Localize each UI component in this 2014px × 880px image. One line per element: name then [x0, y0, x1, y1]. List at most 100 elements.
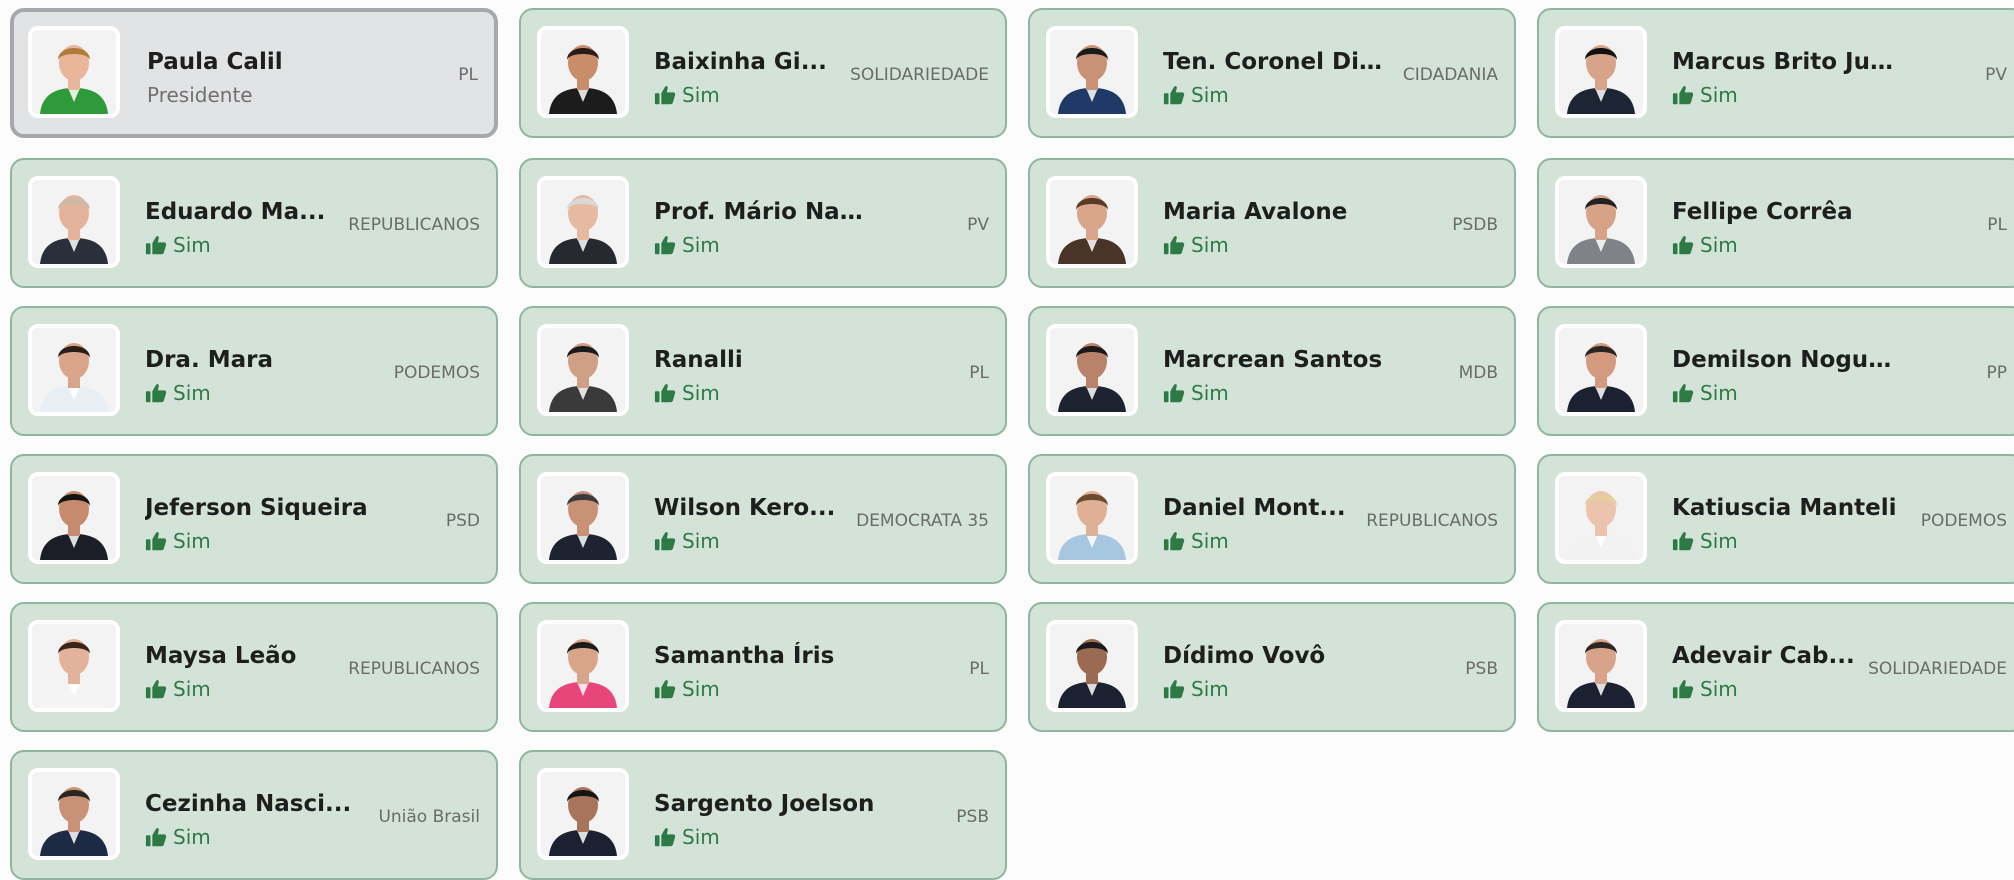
member-vote: Sim — [1163, 83, 1229, 107]
member-photo — [28, 768, 120, 860]
vote-label: Sim — [1700, 83, 1738, 107]
member-photo — [1555, 472, 1647, 564]
member-photo — [537, 26, 629, 118]
member-role: Presidente — [147, 83, 253, 107]
member-vote: Sim — [654, 381, 720, 405]
member-name: Daniel Mont... — [1163, 495, 1346, 521]
member-vote: Sim — [654, 825, 720, 849]
member-name: Prof. Mário Nadaf — [654, 199, 879, 225]
member-party: REPUBLICANOS — [348, 215, 480, 235]
member-party: PSB — [956, 807, 989, 827]
vote-label: Sim — [1191, 677, 1229, 701]
member-photo — [28, 324, 120, 416]
thumbs-up-icon — [1163, 85, 1185, 105]
member-photo — [28, 472, 120, 564]
member-card-cezinha-nasci[interactable]: Cezinha Nasci... Sim União Brasil — [10, 750, 498, 880]
thumbs-up-icon — [654, 531, 676, 551]
thumbs-up-icon — [1672, 235, 1694, 255]
member-name: Sargento Joelson — [654, 791, 875, 817]
thumbs-up-icon — [1672, 85, 1694, 105]
member-photo — [1046, 324, 1138, 416]
member-card-demilson-nogueira[interactable]: Demilson Nogueira Sim PP — [1537, 306, 2014, 436]
member-party: MDB — [1458, 363, 1498, 383]
thumbs-up-icon — [145, 679, 167, 699]
member-card-daniel-mont[interactable]: Daniel Mont... Sim REPUBLICANOS — [1028, 454, 1516, 584]
vote-label: Sim — [1191, 83, 1229, 107]
member-name: Maysa Leão — [145, 643, 297, 669]
member-card-wilson-kero[interactable]: Wilson Kero... Sim DEMOCRATA 35 — [519, 454, 1007, 584]
member-photo — [537, 768, 629, 860]
thumbs-up-icon — [1163, 531, 1185, 551]
member-card-maysa-leao[interactable]: Maysa Leão Sim REPUBLICANOS — [10, 602, 498, 732]
member-card-eduardo-ma[interactable]: Eduardo Ma... Sim REPUBLICANOS — [10, 158, 498, 288]
member-photo — [1555, 324, 1647, 416]
member-party: REPUBLICANOS — [1366, 511, 1498, 531]
member-vote: Sim — [1163, 233, 1229, 257]
vote-label: Presidente — [147, 83, 253, 107]
member-card-adevair-cab[interactable]: Adevair Cab... Sim SOLIDARIEDADE — [1537, 602, 2014, 732]
member-vote: Sim — [1672, 677, 1738, 701]
member-card-paula-calil[interactable]: Paula Calil Presidente PL — [10, 8, 498, 138]
member-party: União Brasil — [378, 807, 480, 827]
member-card-katiuscia-manteli[interactable]: Katiuscia Manteli Sim PODEMOS — [1537, 454, 2014, 584]
thumbs-up-icon — [1672, 531, 1694, 551]
member-photo — [537, 472, 629, 564]
vote-label: Sim — [173, 233, 211, 257]
member-vote: Sim — [1163, 381, 1229, 405]
member-party: PSB — [1465, 659, 1498, 679]
member-party: SOLIDARIEDADE — [1868, 659, 2007, 679]
member-photo — [28, 26, 120, 118]
member-party: PV — [1985, 65, 2007, 85]
member-vote: Sim — [1672, 529, 1738, 553]
member-card-dra-mara[interactable]: Dra. Mara Sim PODEMOS — [10, 306, 498, 436]
member-party: SOLIDARIEDADE — [850, 65, 989, 85]
member-card-marcrean-santos[interactable]: Marcrean Santos Sim MDB — [1028, 306, 1516, 436]
member-party: PV — [967, 215, 989, 235]
member-vote: Sim — [145, 529, 211, 553]
member-photo — [1555, 620, 1647, 712]
member-photo — [28, 620, 120, 712]
vote-label: Sim — [682, 677, 720, 701]
member-card-prof-mario-nadaf[interactable]: Prof. Mário Nadaf Sim PV — [519, 158, 1007, 288]
member-card-ten-coronel-dias[interactable]: Ten. Coronel Dias Sim CIDADANIA — [1028, 8, 1516, 138]
council-vote-grid: Paula Calil Presidente PL Baixinha Gi... S… — [0, 0, 2014, 880]
member-card-sargento-joelson[interactable]: Sargento Joelson Sim PSB — [519, 750, 1007, 880]
member-card-baixinha-gi[interactable]: Baixinha Gi... Sim SOLIDARIEDADE — [519, 8, 1007, 138]
vote-label: Sim — [1700, 529, 1738, 553]
member-vote: Sim — [1672, 233, 1738, 257]
thumbs-up-icon — [654, 679, 676, 699]
member-photo — [1046, 176, 1138, 268]
member-name: Marcrean Santos — [1163, 347, 1383, 373]
member-card-jeferson-siqueira[interactable]: Jeferson Siqueira Sim PSD — [10, 454, 498, 584]
vote-label: Sim — [173, 529, 211, 553]
vote-label: Sim — [682, 529, 720, 553]
member-party: REPUBLICANOS — [348, 659, 480, 679]
vote-label: Sim — [1700, 381, 1738, 405]
vote-label: Sim — [173, 825, 211, 849]
thumbs-up-icon — [1672, 679, 1694, 699]
member-photo — [537, 324, 629, 416]
member-vote: Sim — [654, 677, 720, 701]
member-party: PODEMOS — [393, 363, 480, 383]
member-vote: Sim — [1163, 677, 1229, 701]
member-card-ranalli[interactable]: Ranalli Sim PL — [519, 306, 1007, 436]
thumbs-up-icon — [654, 383, 676, 403]
member-card-samantha-iris[interactable]: Samantha Íris Sim PL — [519, 602, 1007, 732]
vote-label: Sim — [1191, 381, 1229, 405]
member-photo — [1046, 620, 1138, 712]
member-card-marcus-brito-junior[interactable]: Marcus Brito Junior Sim PV — [1537, 8, 2014, 138]
member-name: Adevair Cab... — [1672, 643, 1855, 669]
member-name: Fellipe Corrêa — [1672, 199, 1853, 225]
member-name: Ranalli — [654, 347, 743, 373]
member-party: PL — [458, 65, 478, 85]
member-vote: Sim — [654, 83, 720, 107]
thumbs-up-icon — [145, 827, 167, 847]
vote-label: Sim — [682, 83, 720, 107]
member-card-didimo-vovo[interactable]: Dídimo Vovô Sim PSB — [1028, 602, 1516, 732]
thumbs-up-icon — [654, 85, 676, 105]
member-card-fellipe-correa[interactable]: Fellipe Corrêa Sim PL — [1537, 158, 2014, 288]
member-name: Ten. Coronel Dias — [1163, 49, 1388, 75]
member-card-maria-avalone[interactable]: Maria Avalone Sim PSDB — [1028, 158, 1516, 288]
member-party: PL — [1987, 215, 2007, 235]
member-name: Katiuscia Manteli — [1672, 495, 1897, 521]
